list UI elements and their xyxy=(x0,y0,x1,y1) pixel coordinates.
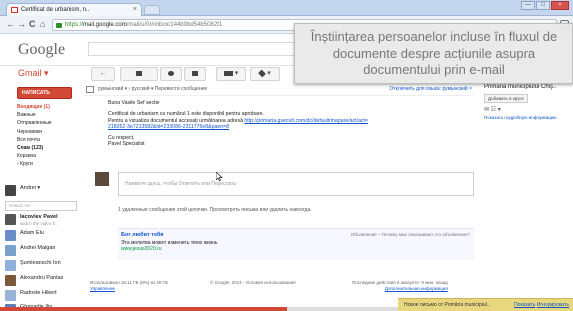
document-link[interactable]: http://primaria.gsecult.com/dc/default/m… xyxy=(244,118,368,124)
browser-tab[interactable]: Certificat de urbanism, n.. × xyxy=(6,3,142,16)
message-line: Pentru a vizualiza documentul accesați u… xyxy=(108,117,243,124)
avatar xyxy=(5,260,16,271)
mail-actions-icon[interactable]: ✉ ☷ ▾ xyxy=(484,106,501,113)
archive-icon xyxy=(136,70,142,76)
folder-icon xyxy=(223,70,233,76)
chat-contact[interactable]: Alexandru Pantaz xyxy=(5,274,80,288)
notification-text: Новое письмо от Primăria municipiul.. xyxy=(404,302,490,308)
video-progress-bar[interactable] xyxy=(0,307,398,311)
sidebar-item-drafts[interactable]: Черновики xyxy=(17,128,79,136)
chat-search-input[interactable]: Новый чат xyxy=(5,201,77,211)
contact-name: Adam Elu xyxy=(20,230,44,236)
new-mail-notification[interactable]: Новое письмо от Primăria municipiul.. По… xyxy=(398,298,573,311)
archive-button[interactable] xyxy=(120,67,158,81)
chat-self-name: Andrei ▾ xyxy=(20,185,41,191)
maximize-button[interactable]: □ xyxy=(536,1,550,10)
details-link[interactable]: Дополнительная информация xyxy=(352,286,448,292)
browser-tab-bar: Certificat de urbanism, n.. × — □ × xyxy=(0,0,573,16)
manage-storage-link[interactable]: Управление xyxy=(90,286,168,292)
screen: Certificat de urbanism, n.. × — □ × ← → … xyxy=(0,0,573,311)
ignore-notification-link[interactable]: Игнорировать xyxy=(537,302,569,308)
caption-text: Înștiințarea persoanelor incluse în flux… xyxy=(310,29,558,77)
footer-terms[interactable]: © Google, 2014 - Условия использования xyxy=(210,280,296,286)
message-body: Buna Vasile Sef sectie Certificat de urb… xyxy=(108,100,368,148)
trash-icon xyxy=(192,70,198,76)
sender-name: Primăria municipiului Chiş.. xyxy=(484,84,557,90)
gmail-favicon-icon xyxy=(11,7,18,13)
add-to-circles-button[interactable]: Добавить в круги xyxy=(484,94,528,103)
home-icon[interactable]: ⌂ xyxy=(40,19,45,30)
avatar xyxy=(5,214,16,225)
chat-contact[interactable]: Şumleanschi Ion xyxy=(5,259,80,273)
tab-title: Certificat de urbanism, n.. xyxy=(21,7,90,13)
new-tab-button[interactable] xyxy=(144,5,160,15)
avatar xyxy=(95,172,109,186)
sponsored-ad[interactable]: Бог любит тебя Эта молитва может изменит… xyxy=(118,228,474,260)
close-window-button[interactable]: × xyxy=(551,1,569,10)
avatar xyxy=(5,230,16,241)
chat-self-status[interactable]: Andrei ▾ xyxy=(5,184,80,198)
reply-box[interactable]: Нажмите здесь, чтобы Ответить или Пересл… xyxy=(118,172,474,196)
sidebar-item-spam[interactable]: Спам (123) xyxy=(17,144,79,152)
reload-icon[interactable]: C xyxy=(29,19,36,30)
translate-bar: румынский ▾ › русский ▾ Перевести сообще… xyxy=(84,84,474,96)
minimize-button[interactable]: — xyxy=(521,1,535,10)
chat-contact[interactable]: Adam Elu xyxy=(5,229,80,243)
google-logo[interactable]: Google xyxy=(18,41,65,59)
sidebar: НАПИСАТЬ Входящие (1) Важные Отправленны… xyxy=(0,84,80,311)
progress-fill xyxy=(0,307,287,311)
contact-name: Andrei Malgan xyxy=(20,245,56,251)
forward-icon[interactable]: → xyxy=(17,19,26,30)
sidebar-item-trash[interactable]: Корзина xyxy=(17,152,79,160)
sidebar-item-important[interactable]: Важные xyxy=(17,111,79,119)
label-icon xyxy=(258,69,267,78)
lock-icon xyxy=(56,23,62,28)
show-notification-link[interactable]: Показать xyxy=(514,302,535,308)
ad-title[interactable]: Бог любит тебя xyxy=(121,232,163,238)
sidebar-item-circles[interactable]: › Круги xyxy=(17,160,79,168)
mail-search-input[interactable] xyxy=(88,42,296,56)
translate-icon xyxy=(86,86,94,93)
url-path: /mail/u/0/#inbox/144b0bd54b5082f1 xyxy=(126,22,223,28)
delete-button[interactable] xyxy=(184,67,206,81)
back-to-inbox-button[interactable]: ← xyxy=(91,67,115,81)
folder-list: Входящие (1) Важные Отправленные Чернови… xyxy=(17,103,79,169)
url-host: mail.google.com xyxy=(83,22,127,28)
avatar xyxy=(5,185,16,196)
caption-callout: Înștiințarea persoanelor incluse în flux… xyxy=(294,23,573,84)
ad-info[interactable]: Объявление – Почему мне показывают это о… xyxy=(351,232,470,237)
ad-url[interactable]: www.jesus2020.ru xyxy=(121,246,162,252)
translate-off-link[interactable]: Отключить для языка: румынский × xyxy=(389,84,472,95)
sidebar-item-sent[interactable]: Отправленные xyxy=(17,119,79,127)
avatar xyxy=(5,245,16,256)
labels-button[interactable]: ▾ xyxy=(250,67,280,81)
sender-info-panel: Primăria municipiului Chiş.. Добавить в … xyxy=(478,84,573,144)
contact-name: Radoste Hibert xyxy=(20,290,57,296)
chat-contact[interactable]: Andrei Malgan xyxy=(5,244,80,258)
gmail-menu-label[interactable]: Gmail ▾ xyxy=(18,68,49,79)
compose-button[interactable]: НАПИСАТЬ xyxy=(17,87,72,99)
back-icon[interactable]: ← xyxy=(6,19,15,30)
contact-name: Şumleanschi Ion xyxy=(20,260,61,266)
url-scheme: https:// xyxy=(65,22,84,28)
avatar xyxy=(5,290,16,301)
translate-languages[interactable]: румынский ▾ › русский ▾ Перевести сообще… xyxy=(98,84,207,95)
move-to-button[interactable]: ▾ xyxy=(216,67,246,81)
message-sender: Pavel Specialist xyxy=(108,141,145,148)
spam-icon xyxy=(168,70,174,76)
deleted-messages-notice[interactable]: 1 удаленные сообщения этой цепочки. Прос… xyxy=(118,207,474,213)
chat-contact[interactable]: Radoste Hibert xyxy=(5,289,80,303)
chat-contact[interactable]: Iacovlev Pavel watch the video fi.. xyxy=(5,213,80,227)
mouse-cursor-icon xyxy=(216,172,223,181)
show-details-link[interactable]: Показать подробную информацию xyxy=(484,115,557,120)
tab-close-icon[interactable]: × xyxy=(133,4,137,16)
sidebar-item-inbox[interactable]: Входящие (1) xyxy=(17,103,79,111)
contact-status: watch the video fi.. xyxy=(20,221,58,226)
report-spam-button[interactable] xyxy=(160,67,182,81)
contact-name: Alexandru Pantaz xyxy=(20,275,64,281)
sidebar-item-all-mail[interactable]: Вся почта xyxy=(17,136,79,144)
avatar xyxy=(5,275,16,286)
window-controls: — □ × xyxy=(521,1,569,10)
